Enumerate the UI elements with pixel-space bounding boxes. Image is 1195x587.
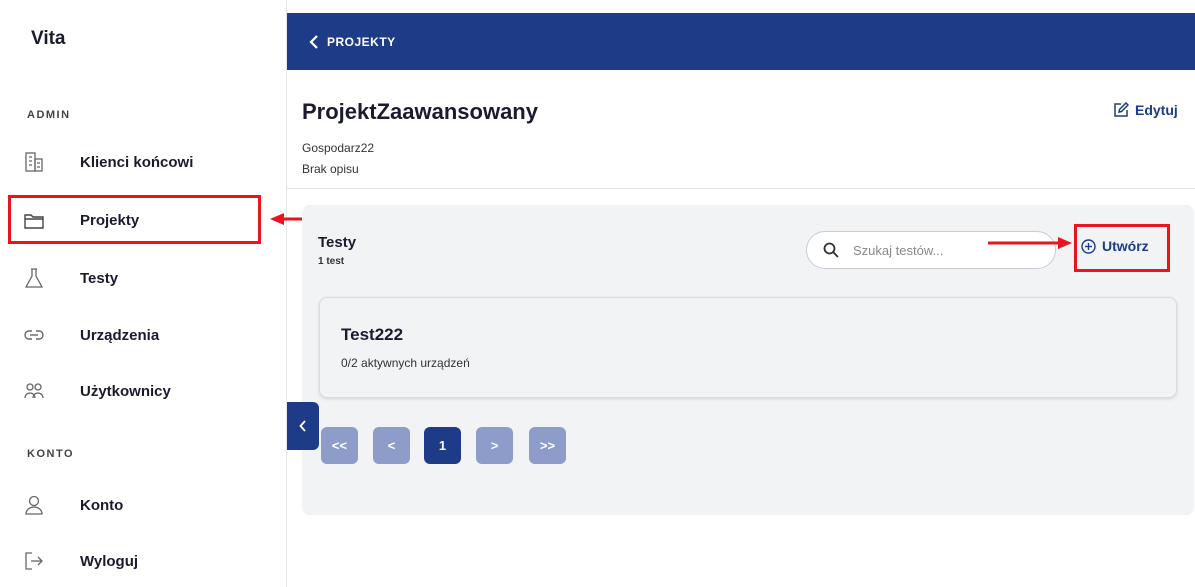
flask-icon xyxy=(24,268,44,288)
create-test-button[interactable]: Utwórz xyxy=(1081,238,1149,254)
tests-section-title: Testy xyxy=(318,234,357,251)
page-title: ProjektZaawansowany xyxy=(302,99,538,124)
sidebar-item-label: Użytkownicy xyxy=(80,382,171,400)
sidebar-item-label: Wyloguj xyxy=(80,552,139,570)
sidebar-item-label: Klienci końcowi xyxy=(80,153,194,171)
project-owner: Gospodarz22 xyxy=(302,141,375,155)
edit-icon xyxy=(1114,102,1129,117)
edit-button-label: Edytuj xyxy=(1135,102,1178,118)
section-label-account: KONTO xyxy=(27,448,75,460)
collapse-sidebar-button[interactable] xyxy=(287,402,319,450)
sidebar-item-label: Testy xyxy=(80,269,119,287)
back-to-projects-link[interactable]: PROJEKTY xyxy=(309,35,396,49)
page-first-button[interactable]: << xyxy=(321,427,358,464)
annotation-arrow-right xyxy=(988,237,1072,249)
sidebar-item-logout[interactable]: Wyloguj xyxy=(8,539,258,583)
top-bar: PROJEKTY xyxy=(287,13,1195,70)
page-next-button[interactable]: > xyxy=(476,427,513,464)
back-link-label: PROJEKTY xyxy=(327,34,396,49)
sidebar-item-devices[interactable]: Urządzenia xyxy=(8,313,258,357)
chevron-left-icon xyxy=(309,34,318,49)
create-button-label: Utwórz xyxy=(1102,238,1149,254)
page-prev-button[interactable]: < xyxy=(373,427,410,464)
header-divider xyxy=(287,188,1195,189)
plus-circle-icon xyxy=(1081,238,1096,254)
building-icon xyxy=(24,152,44,172)
brand-logo: Vita xyxy=(31,28,66,49)
sidebar-item-account[interactable]: Konto xyxy=(8,483,258,527)
page-last-button[interactable]: >> xyxy=(529,427,566,464)
edit-button[interactable]: Edytuj xyxy=(1113,102,1178,118)
section-label-admin: ADMIN xyxy=(27,109,71,121)
annotation-highlight-projects xyxy=(8,195,261,244)
test-name: Test222 xyxy=(341,325,404,344)
page-current-button[interactable]: 1 xyxy=(424,427,461,464)
sidebar: Vita ADMIN Klienci końcowi Projekty Test… xyxy=(0,0,287,587)
tests-count: 1 test xyxy=(318,256,345,267)
sidebar-item-users[interactable]: Użytkownicy xyxy=(8,369,258,413)
test-active-devices: 0/2 aktywnych urządzeń xyxy=(341,356,470,370)
sidebar-item-label: Konto xyxy=(80,496,124,514)
users-icon xyxy=(24,381,44,401)
project-description: Brak opisu xyxy=(302,162,359,176)
search-icon xyxy=(823,242,839,258)
sidebar-item-label: Urządzenia xyxy=(80,326,160,344)
test-card[interactable]: Test222 0/2 aktywnych urządzeń xyxy=(319,297,1177,398)
link-icon xyxy=(24,325,44,345)
app-root: Vita ADMIN Klienci końcowi Projekty Test… xyxy=(0,0,1195,587)
chevron-left-icon xyxy=(299,420,306,432)
logout-icon xyxy=(24,551,44,571)
sidebar-item-clients[interactable]: Klienci końcowi xyxy=(8,140,258,184)
user-icon xyxy=(24,495,44,515)
top-spacer xyxy=(287,0,1195,13)
sidebar-item-tests[interactable]: Testy xyxy=(8,256,258,300)
